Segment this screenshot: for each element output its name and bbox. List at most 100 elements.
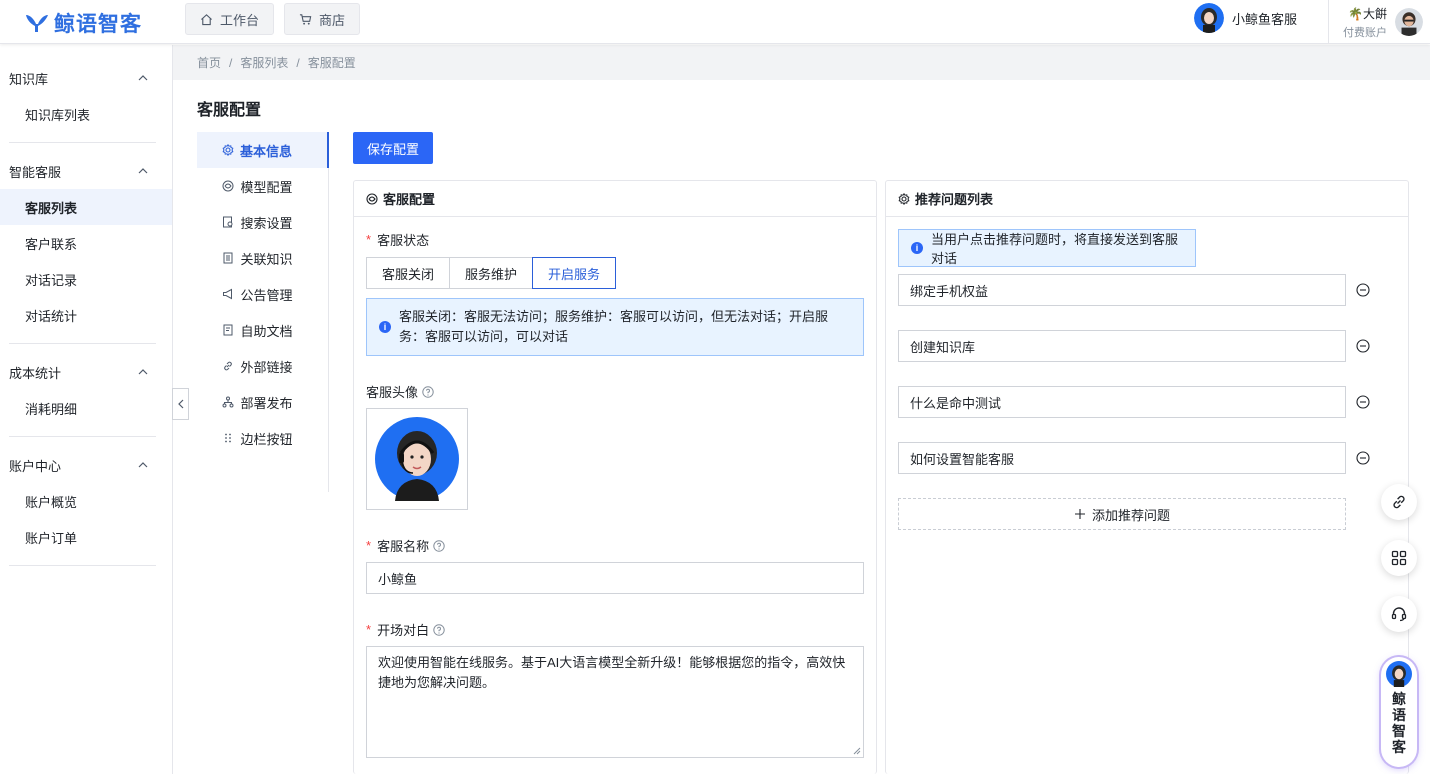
save-config-button[interactable]: 保存配置 — [353, 132, 433, 164]
config-nav-deploy[interactable]: 部署发布 — [197, 384, 328, 420]
question-row: 创建知识库 — [898, 330, 1370, 362]
config-nav-search[interactable]: 搜索设置 — [197, 204, 328, 240]
name-label: * 客服名称 — [366, 536, 445, 555]
status-label: * 客服状态 — [366, 232, 430, 248]
store-label: 商店 — [319, 12, 346, 28]
page-title: 客服配置 — [197, 102, 262, 119]
breadcrumb-home[interactable]: 首页 — [197, 54, 221, 71]
user-name: 🌴大餠 — [1348, 6, 1387, 21]
home-icon — [201, 13, 212, 25]
agent-switcher[interactable]: 小鲸鱼客服 — [1194, 3, 1297, 33]
sidebar-item-customer-contact[interactable]: 客户联系 — [0, 225, 172, 261]
help-icon[interactable] — [433, 539, 445, 552]
question-input[interactable]: 创建知识库 — [898, 330, 1346, 362]
service-name-input[interactable]: 小鲸鱼 — [366, 562, 864, 594]
headset-icon — [1391, 607, 1407, 622]
top-nav: 工作台 商店 — [185, 3, 361, 35]
sidebar-group-smart-service: 智能客服 客服列表 客户联系 对话记录 对话统计 — [0, 153, 172, 333]
sidebar-group-header[interactable]: 知识库 — [0, 60, 172, 96]
workbench-button[interactable]: 工作台 — [185, 3, 275, 35]
doc-icon — [223, 324, 233, 336]
sidebar-group-header[interactable]: 成本统计 — [0, 354, 172, 390]
status-option-open[interactable]: 开启服务 — [532, 257, 617, 289]
config-nav: 基本信息 模型配置 搜索设置 关联知识 公告管理 自助文档 外部链接 部署发布 … — [197, 132, 329, 492]
sidebar-item-consumption[interactable]: 消耗明细 — [0, 390, 172, 426]
chevron-up-icon — [138, 369, 148, 375]
palm-icon: 🌴 — [1348, 6, 1363, 21]
breadcrumb-service-list[interactable]: 客服列表 — [240, 54, 288, 71]
sidebar-collapse-button[interactable] — [172, 388, 189, 420]
user-menu[interactable]: 🌴大餠 付费账户 — [1328, 0, 1423, 44]
grip-icon — [225, 433, 232, 443]
opening-message-textarea[interactable]: 欢迎使用智能在线服务。基于AI大语言模型全新升级！能够根据您的指令，高效快捷地为… — [366, 646, 864, 758]
service-config-panel: 客服配置 * 客服状态 客服关闭 服务维护 开启服务 i 客服关闭：客服无法访问；… — [353, 180, 877, 774]
gear-icon — [222, 144, 234, 156]
search-doc-icon — [223, 216, 233, 228]
gear-icon — [898, 192, 910, 205]
help-icon[interactable] — [433, 623, 445, 636]
config-nav-sidebar-buttons[interactable]: 边栏按钮 — [197, 420, 328, 456]
sidebar-group-account: 账户中心 账户概览 账户订单 — [0, 447, 172, 555]
sidebar-group-knowledge: 知识库 知识库列表 — [0, 60, 172, 132]
remove-circle-icon[interactable] — [1356, 339, 1370, 353]
chevron-up-icon — [138, 462, 148, 468]
megaphone-icon — [223, 288, 233, 300]
config-nav-model[interactable]: 模型配置 — [197, 168, 328, 204]
opening-label: * 开场对白 — [366, 620, 445, 639]
breadcrumb: 首页 / 客服列表 / 客服配置 — [173, 45, 1430, 80]
link-icon — [1393, 495, 1405, 509]
sidebar-item-chat-stats[interactable]: 对话统计 — [0, 297, 172, 333]
cart-icon — [299, 13, 312, 25]
workbench-label: 工作台 — [220, 12, 260, 28]
question-input[interactable]: 什么是命中测试 — [898, 386, 1346, 418]
question-row: 如何设置智能客服 — [898, 442, 1370, 474]
sidebar-group-cost: 成本统计 消耗明细 — [0, 354, 172, 426]
sidebar-group-header[interactable]: 账户中心 — [0, 447, 172, 483]
question-input[interactable]: 如何设置智能客服 — [898, 442, 1346, 474]
chevron-up-icon — [138, 168, 148, 174]
help-icon[interactable] — [422, 385, 434, 398]
config-nav-basic-info[interactable]: 基本信息 — [197, 132, 329, 168]
remove-circle-icon[interactable] — [1356, 283, 1370, 297]
deploy-icon — [222, 396, 234, 408]
brand-vertical-text: 鲸语智客 — [1392, 691, 1406, 755]
top-bar: 鲸语智客 工作台 商店 小鲸鱼客服 🌴大餠 付费账户 — [0, 0, 1430, 44]
whale-logo-icon — [26, 15, 48, 32]
agent-avatar — [1194, 3, 1224, 33]
logo-text: 鲸语智客 — [54, 13, 142, 36]
book-icon — [223, 252, 233, 264]
store-button[interactable]: 商店 — [284, 3, 361, 35]
logo[interactable]: 鲸语智客 — [24, 8, 142, 38]
avatar-uploader[interactable] — [366, 408, 468, 510]
status-option-closed[interactable]: 客服关闭 — [366, 257, 451, 289]
config-nav-external-links[interactable]: 外部链接 — [197, 348, 328, 384]
sidebar-item-knowledge-list[interactable]: 知识库列表 — [0, 96, 172, 132]
add-question-button[interactable]: 添加推荐问题 — [898, 498, 1346, 530]
config-nav-self-help-docs[interactable]: 自助文档 — [197, 312, 328, 348]
question-row: 绑定手机权益 — [898, 274, 1370, 306]
sidebar-group-header[interactable]: 智能客服 — [0, 153, 172, 189]
config-nav-knowledge[interactable]: 关联知识 — [197, 240, 328, 276]
config-nav-announcement[interactable]: 公告管理 — [197, 276, 328, 312]
resize-handle-icon[interactable] — [853, 747, 861, 755]
remove-circle-icon[interactable] — [1356, 451, 1370, 465]
question-input[interactable]: 绑定手机权益 — [898, 274, 1346, 306]
float-apps-button[interactable] — [1381, 540, 1417, 576]
model-icon — [366, 192, 378, 205]
sidebar-item-account-orders[interactable]: 账户订单 — [0, 519, 172, 555]
brand-chat-launcher[interactable]: 鲸语智客 — [1381, 657, 1417, 767]
plus-icon — [1074, 509, 1085, 519]
sidebar-item-service-list[interactable]: 客服列表 — [0, 189, 172, 225]
float-link-button[interactable] — [1381, 484, 1417, 520]
status-option-maintenance[interactable]: 服务维护 — [449, 257, 534, 289]
sidebar-item-account-overview[interactable]: 账户概览 — [0, 483, 172, 519]
info-icon: i — [911, 242, 923, 254]
float-support-button[interactable] — [1381, 596, 1417, 632]
chevron-left-icon — [177, 399, 183, 409]
sidebar-item-chat-records[interactable]: 对话记录 — [0, 261, 172, 297]
apps-icon — [1391, 550, 1407, 566]
divider — [9, 565, 156, 566]
agent-avatar — [1386, 661, 1412, 687]
remove-circle-icon[interactable] — [1356, 395, 1370, 409]
question-row: 什么是命中测试 — [898, 386, 1370, 418]
